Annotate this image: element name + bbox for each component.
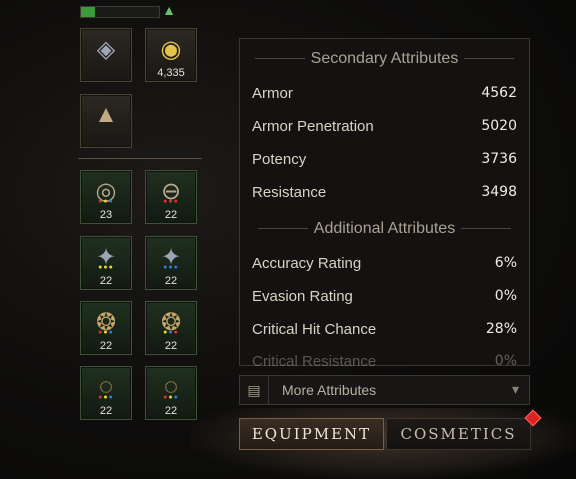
bracer-right-slot[interactable]: ✦ ●●● 22	[145, 236, 197, 290]
attribute-value: 6%	[494, 255, 517, 271]
item-level: 22	[164, 340, 178, 352]
secondary-attributes-title: Secondary Attributes	[310, 50, 459, 67]
attribute-row-critical-hit-chance: Critical Hit Chance 28%	[252, 321, 517, 343]
attribute-label: Armor	[252, 85, 293, 102]
tab-cosmetics[interactable]: COSMETICS	[386, 418, 531, 450]
bracer-left-slot[interactable]: ✦ ●●● 22	[80, 236, 132, 290]
attribute-row-evasion-rating: Evasion Rating 0%	[252, 288, 517, 310]
currency-count: 4,335	[157, 67, 185, 79]
attribute-label: Critical Resistance	[252, 353, 377, 367]
chevron-down-icon[interactable]: ▾	[512, 381, 519, 398]
belt-slot[interactable]: ⊖ ●●● 22	[145, 170, 197, 224]
triangle-sigil-icon: ▲	[94, 101, 118, 128]
item-level: 22	[164, 405, 178, 417]
gold-orb-icon: ◉	[160, 36, 182, 63]
attribute-value: 0%	[494, 288, 517, 304]
attribute-value: 4562	[481, 85, 517, 101]
green-arrow-up-icon[interactable]: ▲	[160, 1, 178, 19]
ring-3-slot[interactable]: ◌ ●●● 22	[80, 366, 132, 420]
item-level: 22	[99, 275, 113, 287]
header-line-right	[464, 58, 515, 60]
additional-attributes-title: Additional Attributes	[313, 220, 456, 237]
attribute-row-potency: Potency 3736	[252, 151, 517, 173]
attribute-label: Armor Penetration	[252, 118, 374, 135]
additional-attributes-header: Additional Attributes	[240, 220, 529, 238]
attribute-row-armor-penetration: Armor Penetration 5020	[252, 118, 517, 140]
attribute-row-critical-resistance: Critical Resistance 0%	[252, 353, 517, 367]
gem-sockets: ●●●	[98, 264, 114, 271]
item-level: 22	[99, 340, 113, 352]
gem-sockets: ●●●	[163, 264, 179, 271]
item-level: 22	[164, 275, 178, 287]
attribute-value: 3736	[481, 151, 517, 167]
attribute-value: 5020	[481, 118, 517, 134]
attribute-value: 28%	[485, 321, 517, 337]
more-attributes-dropdown[interactable]: ▤ More Attributes ▾	[239, 375, 530, 405]
progress-bar	[80, 6, 160, 18]
attribute-label: Potency	[252, 151, 307, 168]
attribute-value: 3498	[481, 184, 517, 200]
header-line-left	[254, 58, 305, 60]
progress-bar-fill	[81, 7, 96, 17]
attribute-label: Resistance	[252, 184, 327, 201]
header-line-right	[461, 228, 512, 230]
attributes-panel[interactable]: Secondary Attributes Armor 4562 Armor Pe…	[239, 38, 530, 367]
attribute-row-armor: Armor 4562	[252, 85, 517, 107]
diamond-crest-icon: ◈	[96, 36, 116, 63]
helm-slot[interactable]: ◈	[80, 28, 132, 82]
slot-divider	[78, 158, 202, 159]
item-level: 22	[164, 209, 178, 221]
more-attributes-label: More Attributes	[282, 382, 377, 398]
tab-equipment[interactable]: EQUIPMENT	[239, 418, 384, 450]
gem-sockets: ●●●	[98, 394, 114, 401]
header-line-left	[257, 228, 308, 230]
ring-1-slot[interactable]: ❂ ●●● 22	[80, 301, 132, 355]
attribute-label: Evasion Rating	[252, 288, 353, 305]
gem-sockets: ●●●	[163, 394, 179, 401]
gem-sockets: ●●●	[98, 198, 114, 205]
currency-slot[interactable]: ◉ 4,335	[145, 28, 197, 82]
gem-sockets: ●●●	[98, 329, 114, 336]
attribute-row-resistance: Resistance 3498	[252, 184, 517, 206]
gem-sockets: ●●●	[163, 198, 179, 205]
attribute-label: Critical Hit Chance	[252, 321, 377, 338]
attribute-label: Accuracy Rating	[252, 255, 362, 272]
emblem-slot[interactable]: ▲	[80, 94, 132, 148]
necklace-slot[interactable]: ◎ ●●● 23	[80, 170, 132, 224]
scroll-icon[interactable]: ▤	[240, 376, 269, 404]
secondary-attributes-header: Secondary Attributes	[240, 50, 529, 68]
item-level: 23	[99, 209, 113, 221]
attribute-row-accuracy-rating: Accuracy Rating 6%	[252, 255, 517, 277]
ring-2-slot[interactable]: ❂ ●●● 22	[145, 301, 197, 355]
gem-sockets: ●●●	[163, 329, 179, 336]
attribute-value: 0%	[494, 353, 517, 367]
item-level: 22	[99, 405, 113, 417]
